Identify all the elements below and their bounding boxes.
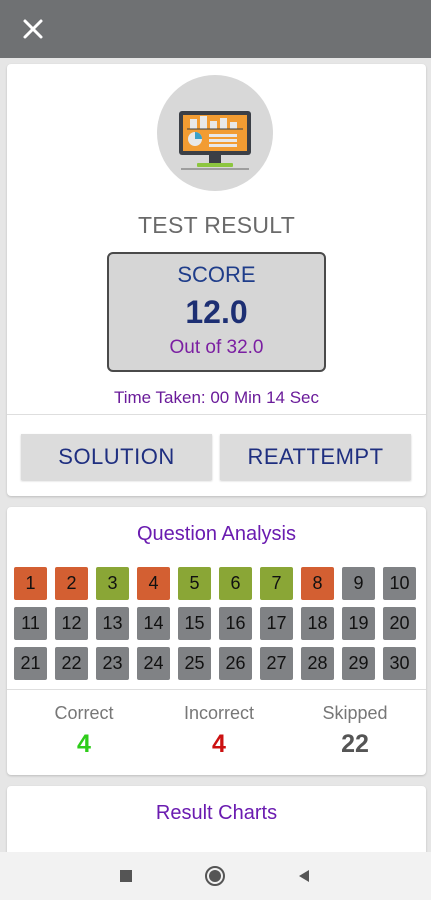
- question-tile[interactable]: 16: [219, 607, 252, 640]
- score-value: 12.0: [185, 294, 248, 330]
- question-tile[interactable]: 28: [301, 647, 334, 680]
- solution-button[interactable]: SOLUTION: [21, 434, 212, 480]
- question-tile[interactable]: 25: [178, 647, 211, 680]
- home-icon[interactable]: [203, 864, 227, 888]
- question-tile[interactable]: 21: [14, 647, 47, 680]
- question-tile[interactable]: 15: [178, 607, 211, 640]
- stats-row: Correct 4 Incorrect 4 Skipped 22: [7, 703, 426, 763]
- skipped-count: 22: [341, 730, 369, 758]
- question-tile[interactable]: 17: [260, 607, 293, 640]
- reattempt-button[interactable]: REATTEMPT: [220, 434, 411, 480]
- question-tile[interactable]: 3: [96, 567, 129, 600]
- divider: [7, 689, 426, 690]
- question-tile[interactable]: 10: [383, 567, 416, 600]
- question-tile[interactable]: 23: [96, 647, 129, 680]
- divider: [7, 414, 426, 415]
- question-tile[interactable]: 12: [55, 607, 88, 640]
- question-tile[interactable]: 7: [260, 567, 293, 600]
- correct-label: Correct: [54, 703, 114, 723]
- time-taken: Time Taken: 00 Min 14 Sec: [113, 388, 320, 407]
- question-tile[interactable]: 6: [219, 567, 252, 600]
- question-tile[interactable]: 20: [383, 607, 416, 640]
- question-tile[interactable]: 4: [137, 567, 170, 600]
- score-box: SCORE 12.0 Out of 32.0: [107, 252, 326, 372]
- recent-apps-icon[interactable]: [114, 864, 138, 888]
- question-tile[interactable]: 24: [137, 647, 170, 680]
- score-label: SCORE: [177, 262, 256, 287]
- question-tile[interactable]: 18: [301, 607, 334, 640]
- question-analysis-card: Question Analysis 1 2 3 4 5 6 7 8 9 10 11 12 13 14 15 1…: [7, 507, 426, 775]
- question-tile[interactable]: 9: [342, 567, 375, 600]
- question-tile[interactable]: 29: [342, 647, 375, 680]
- question-grid: 1 2 3 4 5 6 7 8 9 10 11 12 13 14 15 16 17 18 19 20 21 22 23 24 2…: [14, 567, 416, 680]
- correct-count: 4: [77, 730, 91, 758]
- question-tile[interactable]: 2: [55, 567, 88, 600]
- skipped-label: Skipped: [322, 703, 388, 723]
- question-tile[interactable]: 8: [301, 567, 334, 600]
- question-tile[interactable]: 5: [178, 567, 211, 600]
- question-tile[interactable]: 14: [137, 607, 170, 640]
- system-nav-bar: [0, 852, 431, 900]
- top-bar: [0, 0, 431, 58]
- result-charts-card: Result Charts: [7, 786, 426, 856]
- result-card: TEST RESULT SCORE 12.0 Out of 32.0 Time …: [7, 64, 426, 496]
- monitor-chart-icon: [179, 111, 251, 170]
- question-tile[interactable]: 26: [219, 647, 252, 680]
- incorrect-count: 4: [212, 730, 226, 758]
- test-result-title: TEST RESULT: [137, 212, 296, 238]
- result-charts-title: Result Charts: [155, 802, 278, 824]
- question-tile[interactable]: 22: [55, 647, 88, 680]
- incorrect-label: Incorrect: [183, 703, 255, 723]
- question-analysis-title: Question Analysis: [137, 523, 296, 545]
- score-out-of: Out of 32.0: [169, 337, 264, 358]
- back-icon[interactable]: [292, 864, 316, 888]
- question-tile[interactable]: 11: [14, 607, 47, 640]
- incorrect-stat: Incorrect 4: [154, 703, 284, 759]
- result-illustration: [157, 75, 273, 191]
- question-tile[interactable]: 13: [96, 607, 129, 640]
- question-tile[interactable]: 19: [342, 607, 375, 640]
- question-tile[interactable]: 27: [260, 647, 293, 680]
- question-tile[interactable]: 30: [383, 647, 416, 680]
- correct-stat: Correct 4: [19, 703, 149, 759]
- question-tile[interactable]: 1: [14, 567, 47, 600]
- close-icon[interactable]: [18, 14, 48, 44]
- skipped-stat: Skipped 22: [290, 703, 420, 759]
